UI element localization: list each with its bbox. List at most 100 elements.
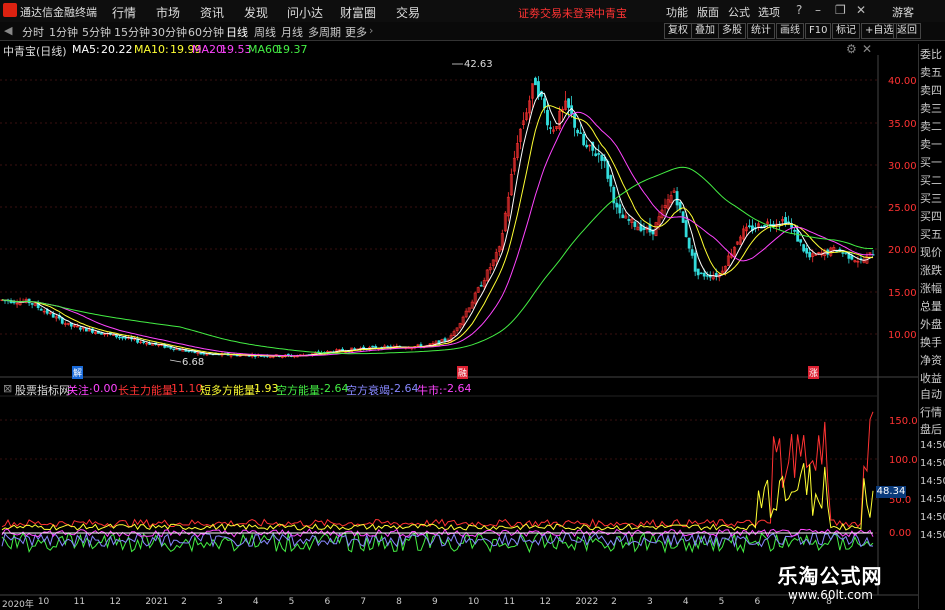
- x-axis-label: 3: [647, 597, 653, 607]
- side-label-earnings[interactable]: 收益: [920, 370, 942, 386]
- candle-body: [27, 298, 31, 304]
- candle-body: [621, 214, 625, 219]
- candle-body: [78, 327, 82, 330]
- candle-body: [699, 272, 703, 275]
- candle-body: [543, 98, 546, 109]
- candle-body: [850, 255, 854, 260]
- candle-body: [802, 244, 806, 252]
- indicator-toggle-icon[interactable]: ⊠: [3, 382, 12, 395]
- side-label-buy5[interactable]: 买五: [920, 226, 942, 242]
- candle-body: [172, 348, 176, 350]
- candle-body: [784, 217, 787, 225]
- candle-body: [675, 191, 679, 206]
- ind-short-bull-label: 短多方能量:: [200, 384, 259, 397]
- ind-short-bull-value: 1.93: [254, 382, 279, 395]
- side-label-sell5[interactable]: 卖五: [920, 64, 942, 80]
- candle-body: [627, 219, 631, 221]
- y-tick-25: 25.00: [888, 203, 917, 214]
- side-label-buy2[interactable]: 买二: [920, 172, 942, 188]
- candle-body: [579, 132, 583, 134]
- candle-body: [576, 129, 580, 134]
- y-tick-10: 10.00: [888, 330, 917, 341]
- watermark-url: www.60lt.com: [788, 588, 873, 602]
- candle-body: [684, 220, 688, 238]
- side-time-1: 14:50: [920, 440, 945, 451]
- low-price-label: 6.68: [182, 357, 205, 368]
- x-axis-label: 10: [37, 597, 50, 607]
- side-label-net-assets[interactable]: 净资: [920, 352, 942, 368]
- candle-body: [594, 153, 598, 156]
- x-axis-label: 6: [324, 597, 331, 607]
- side-label-buy1[interactable]: 买一: [920, 154, 942, 170]
- margin-tag[interactable]: 融: [457, 366, 469, 379]
- side-label-sell2[interactable]: 卖二: [920, 118, 942, 134]
- y-tick-40: 40.00: [888, 76, 917, 87]
- side-label-price[interactable]: 现价: [920, 244, 942, 260]
- candle-body: [142, 341, 146, 344]
- x-axis-label: 4: [682, 597, 689, 607]
- side-label-sell3[interactable]: 卖三: [920, 100, 942, 116]
- side-time-4: 14:50: [920, 494, 945, 505]
- candle-body: [844, 252, 848, 254]
- side-label-after-hours[interactable]: 盘后: [920, 421, 942, 437]
- indicator-name[interactable]: 股票指标网: [15, 382, 70, 398]
- unlock-tag[interactable]: 解: [72, 366, 84, 379]
- candle-body: [443, 338, 447, 342]
- candle-body: [534, 77, 537, 86]
- y-tick-30: 30.00: [888, 161, 917, 172]
- candle-body: [39, 308, 43, 311]
- candle-body: [118, 336, 121, 339]
- ind-y-tick-100: 100.0: [889, 455, 918, 466]
- candle-body: [805, 248, 809, 254]
- side-label-buy4[interactable]: 买四: [920, 208, 942, 224]
- candle-body: [12, 301, 16, 304]
- x-axis-label: 7: [360, 597, 367, 607]
- side-label-change[interactable]: 涨跌: [920, 262, 942, 278]
- ind-bull-market-label: 牛市:: [417, 384, 443, 397]
- side-label-weibi[interactable]: 委比: [920, 46, 942, 62]
- side-label-outer[interactable]: 外盘: [920, 316, 942, 332]
- x-axis-label: 2: [611, 597, 617, 607]
- candle-body: [793, 229, 797, 232]
- limit-up-tag[interactable]: 涨: [808, 366, 820, 379]
- side-label-buy3[interactable]: 买三: [920, 190, 942, 206]
- x-axis-label: 2020年: [2, 600, 34, 610]
- candle-body: [808, 252, 812, 258]
- ind-bear-exhaust-line: [1, 531, 874, 548]
- x-axis-label: 2022: [575, 597, 599, 607]
- candle-body: [582, 133, 586, 146]
- candle-body: [705, 275, 709, 277]
- candle-body: [633, 221, 637, 227]
- side-label-sell4[interactable]: 卖四: [920, 82, 942, 98]
- x-axis-label: 2021: [145, 597, 169, 607]
- side-label-turnover[interactable]: 换手: [920, 334, 942, 350]
- side-label-volume[interactable]: 总量: [920, 298, 942, 314]
- candle-body: [573, 113, 577, 128]
- y-tick-20: 20.00: [888, 245, 917, 256]
- candle-body: [567, 98, 570, 108]
- side-label-change-pct[interactable]: 涨幅: [920, 280, 942, 296]
- y-tick-15: 15.00: [888, 288, 917, 299]
- candle-body: [121, 336, 124, 339]
- chart-canvas[interactable]: [0, 0, 945, 609]
- side-label-sell1[interactable]: 卖一: [920, 136, 942, 152]
- quote-side-panel: 委比 卖五 卖四 卖三 卖二 卖一 买一 买二 买三 买四 买五 现价 涨跌 涨…: [918, 44, 945, 609]
- candle-body: [187, 350, 191, 352]
- candle-body: [51, 313, 55, 318]
- candle-body: [615, 202, 619, 208]
- side-label-quotes[interactable]: 行情: [920, 404, 942, 420]
- candle-body: [597, 153, 601, 155]
- candle-body: [479, 285, 483, 287]
- candle-body: [687, 237, 691, 249]
- high-price-label: 42.63: [464, 59, 493, 70]
- candle-body: [799, 239, 803, 243]
- x-axis-label: 2: [181, 597, 187, 607]
- candle-body: [546, 109, 549, 126]
- side-time-3: 14:50: [920, 476, 945, 487]
- ind-bear-exhaust-value: -2.64: [390, 382, 419, 395]
- candle-body: [549, 127, 552, 129]
- side-label-auto[interactable]: 自动: [920, 386, 942, 402]
- side-time-6: 14:50: [920, 530, 945, 541]
- candle-body: [748, 225, 751, 228]
- candle-body: [696, 268, 700, 276]
